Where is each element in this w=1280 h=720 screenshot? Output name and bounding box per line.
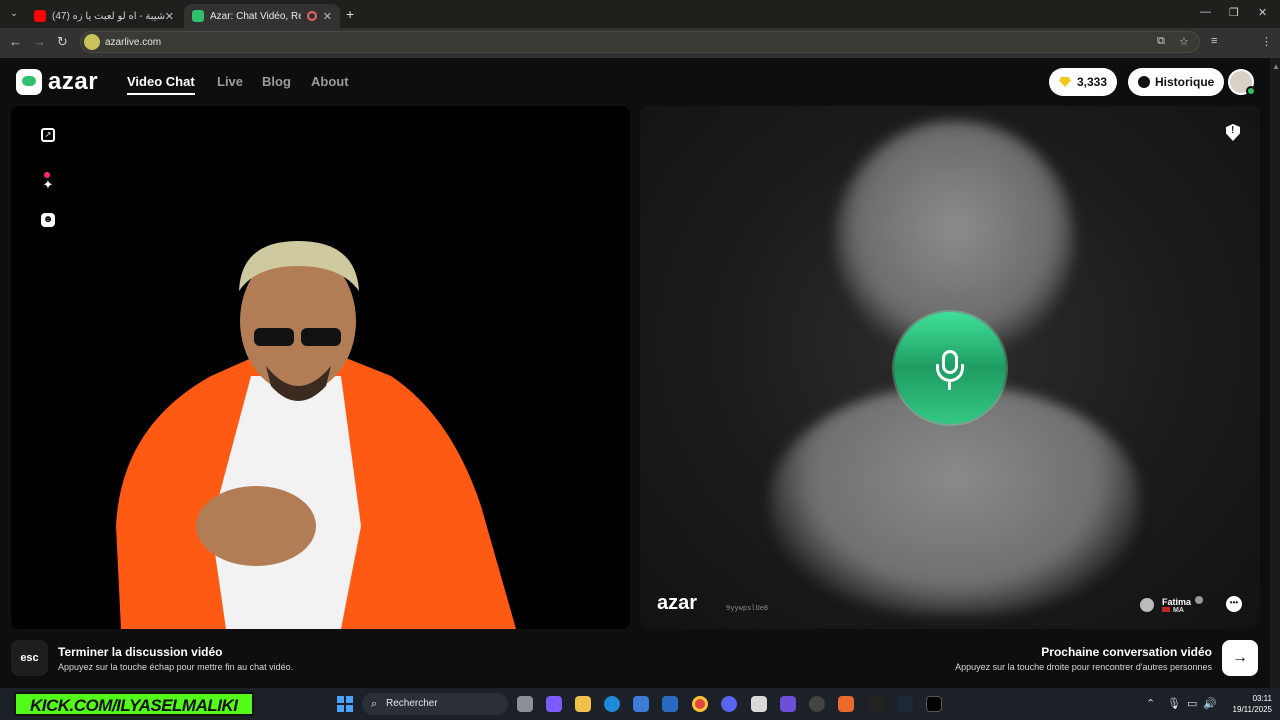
- reload-icon[interactable]: ↻: [57, 34, 68, 50]
- history-button[interactable]: Historique: [1128, 68, 1225, 96]
- address-bar: ← → ↻ azarlive.com ⧉ ☆ ≡ ⋮: [0, 28, 1280, 77]
- date-text: 19/11/2025: [1232, 705, 1272, 714]
- time-text: 03:11: [1252, 694, 1272, 703]
- new-tab-button[interactable]: +: [346, 6, 354, 22]
- clock[interactable]: 03:11 19/11/2025: [1222, 693, 1272, 715]
- tab-title: Azar: Chat Vidéo, Rencontre: [210, 10, 301, 22]
- windows-start-icon[interactable]: [337, 696, 353, 712]
- app-a-icon[interactable]: [838, 696, 854, 712]
- bookmark-star-icon[interactable]: ☆: [1179, 35, 1189, 48]
- url-field[interactable]: azarlive.com: [80, 31, 1200, 53]
- recording-icon: [306, 11, 317, 21]
- sticker-face-icon[interactable]: ☻: [41, 213, 55, 227]
- next-chat-button[interactable]: →: [1222, 640, 1258, 676]
- scrollbar[interactable]: ▲: [1270, 58, 1280, 688]
- gems-count: 3,333: [1077, 75, 1108, 89]
- nav-blog[interactable]: Blog: [262, 74, 291, 89]
- next-chat-hint: Appuyez sur la touche droite pour rencon…: [955, 662, 1212, 672]
- session-code: 9yywpslUe8: [726, 604, 769, 612]
- azar-favicon-icon: [192, 10, 204, 22]
- notification-dot: [44, 172, 50, 178]
- nav-video-chat[interactable]: Video Chat: [127, 74, 195, 95]
- mail-icon[interactable]: [662, 696, 678, 712]
- scroll-up-icon[interactable]: ▲: [1272, 62, 1280, 72]
- minimize-icon[interactable]: —: [1200, 6, 1211, 18]
- site-info-icon[interactable]: [84, 34, 100, 50]
- end-chat-title: Terminer la discussion vidéo: [58, 645, 223, 659]
- morocco-flag-icon: [1162, 606, 1170, 612]
- remote-user-avatar: [1140, 598, 1154, 612]
- media-control-icon[interactable]: ≡: [1211, 35, 1217, 47]
- verified-badge-icon: [1195, 596, 1204, 604]
- restore-icon[interactable]: ❐: [1229, 6, 1239, 19]
- remote-user-chip[interactable]: Fatima MA: [1140, 592, 1204, 618]
- close-icon[interactable]: ✕: [165, 10, 174, 23]
- capcut-icon[interactable]: [926, 696, 942, 712]
- local-video: ↗ ✦ ☻: [11, 106, 630, 629]
- edge-icon[interactable]: [604, 696, 620, 712]
- copilot-icon[interactable]: [546, 696, 562, 712]
- search-icon: ⌕: [371, 698, 378, 710]
- close-window-icon[interactable]: ✕: [1258, 6, 1267, 19]
- tab-youtube[interactable]: (47) احمد شيبة - اه لو لعبت يا زه... ✕: [26, 4, 182, 28]
- azar-logo-icon[interactable]: [16, 69, 42, 95]
- clock-icon: [1138, 76, 1150, 88]
- tray-chevron-icon[interactable]: ⌃: [1146, 697, 1155, 710]
- forward-icon[interactable]: →: [33, 34, 46, 49]
- remote-user-name: Fatima: [1162, 596, 1192, 607]
- nav-live[interactable]: Live: [217, 74, 243, 89]
- volume-icon[interactable]: 🔊: [1203, 697, 1217, 710]
- tab-strip: ⌄ (47) احمد شيبة - اه لو لعبت يا زه... ✕…: [0, 0, 1280, 28]
- end-chat-hint: Appuyez sur la touche échap pour mettre …: [58, 662, 294, 672]
- back-icon[interactable]: ←: [9, 34, 22, 49]
- chrome-icon[interactable]: [692, 696, 708, 712]
- nav-about[interactable]: About: [311, 74, 349, 89]
- task-view-icon[interactable]: [517, 696, 533, 712]
- online-status-icon: [1246, 86, 1256, 96]
- azar-watermark: azar: [657, 592, 698, 614]
- gamepad-icon[interactable]: [780, 696, 796, 712]
- discord-icon[interactable]: [721, 696, 737, 712]
- kick-overlay: KICK.COM/ILYASELMALIKI: [14, 692, 254, 716]
- mic-tray-icon[interactable]: 🎙: [1167, 697, 1181, 710]
- obs-icon[interactable]: [809, 696, 825, 712]
- gems-button[interactable]: 3,333: [1049, 68, 1118, 96]
- search-placeholder: Rechercher: [386, 698, 438, 709]
- remote-user-country: MA: [1173, 606, 1184, 614]
- url-text: azarlive.com: [105, 37, 162, 48]
- install-app-icon[interactable]: ⧉: [1157, 35, 1165, 48]
- microphone-button[interactable]: [894, 312, 1006, 424]
- close-icon[interactable]: ✕: [323, 10, 332, 23]
- youtube-icon: [34, 10, 46, 22]
- azar-logo[interactable]: azar: [48, 68, 98, 96]
- user-avatar[interactable]: [1228, 69, 1256, 96]
- app-dark-icon[interactable]: [868, 696, 884, 712]
- file-explorer-icon[interactable]: [575, 696, 591, 712]
- steam-icon[interactable]: [897, 696, 913, 712]
- tab-azar[interactable]: Azar: Chat Vidéo, Rencontre ✕: [184, 4, 340, 28]
- chat-bubble-icon[interactable]: •••: [1226, 596, 1242, 612]
- next-chat-title: Prochaine conversation vidéo: [1041, 645, 1212, 659]
- network-icon[interactable]: ▭: [1187, 697, 1197, 710]
- menu-kebab-icon[interactable]: ⋮: [1261, 35, 1272, 48]
- expand-icon[interactable]: ↗: [41, 128, 55, 142]
- effects-sparkle-icon[interactable]: ✦: [41, 178, 55, 192]
- tab-title: (47) احمد شيبة - اه لو لعبت يا زه...: [52, 10, 165, 22]
- taskbar-search[interactable]: ⌕ Rechercher: [362, 693, 508, 715]
- tab-search-icon[interactable]: ⌄: [6, 6, 22, 22]
- store-icon[interactable]: [633, 696, 649, 712]
- history-label: Historique: [1155, 75, 1215, 89]
- end-chat-button[interactable]: esc: [11, 640, 48, 676]
- local-camera-feed: [116, 241, 516, 629]
- capture-icon[interactable]: [751, 696, 767, 712]
- gem-icon: [1059, 77, 1071, 87]
